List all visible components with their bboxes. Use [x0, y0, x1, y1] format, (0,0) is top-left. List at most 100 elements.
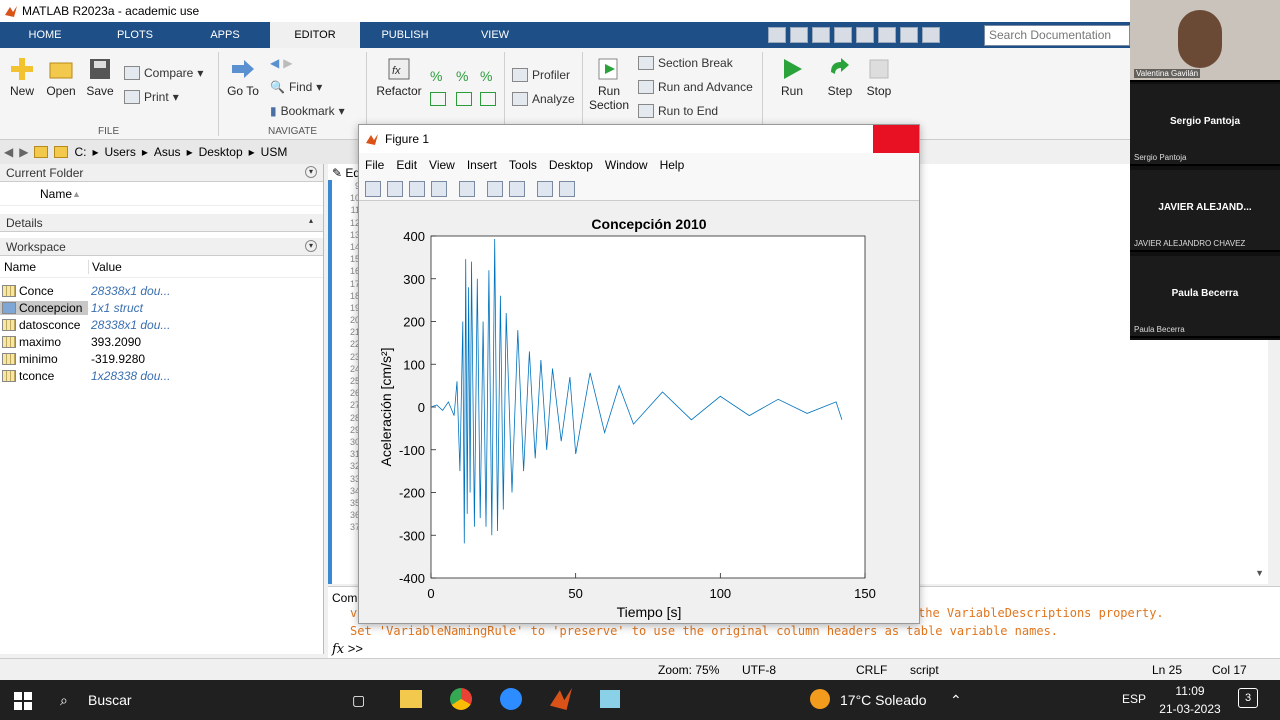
- matlab-taskbar-icon[interactable]: [550, 688, 572, 710]
- command-prompt[interactable]: fx >>: [332, 641, 363, 657]
- back-icon[interactable]: ◀: [4, 145, 13, 159]
- menu-help[interactable]: Help: [660, 158, 685, 172]
- print-button[interactable]: Print ▾: [124, 90, 179, 104]
- find-button[interactable]: 🔍 Find ▾: [270, 80, 322, 94]
- participant-tile[interactable]: JAVIER ALEJAND... JAVIER ALEJANDRO CHAVE…: [1130, 170, 1280, 252]
- scroll-down-icon[interactable]: ▼: [1255, 568, 1264, 578]
- menu-window[interactable]: Window: [605, 158, 648, 172]
- app-icon[interactable]: [600, 690, 620, 708]
- editor-tab[interactable]: ✎ Ed: [332, 166, 360, 180]
- file-explorer-icon[interactable]: [400, 690, 422, 708]
- path-segment[interactable]: C:: [74, 145, 86, 159]
- redo-icon[interactable]: [878, 27, 896, 43]
- input-language[interactable]: ESP: [1122, 692, 1146, 706]
- smart-indent-icon[interactable]: [430, 92, 446, 106]
- run-to-end-button[interactable]: Run to End: [638, 104, 718, 118]
- new-figure-icon[interactable]: [365, 180, 381, 197]
- pointer-icon[interactable]: [537, 180, 553, 197]
- workspace-row[interactable]: tconce 1x28338 dou...: [0, 367, 323, 384]
- participant-tile[interactable]: Paula Becerra Paula Becerra: [1130, 256, 1280, 338]
- menu-file[interactable]: File: [365, 158, 384, 172]
- copy-icon[interactable]: [812, 27, 830, 43]
- property-inspector-icon[interactable]: [559, 180, 575, 197]
- zoom-icon[interactable]: [500, 688, 522, 710]
- wrap-comment-icon[interactable]: %: [480, 68, 492, 84]
- participant-tile[interactable]: Valentina Gavilán: [1130, 0, 1280, 82]
- run-button[interactable]: Run: [774, 56, 810, 98]
- browse-folder-icon[interactable]: [54, 146, 69, 158]
- forward-icon[interactable]: ▶: [19, 145, 28, 159]
- compare-button[interactable]: Compare ▾: [124, 66, 203, 80]
- menu-edit[interactable]: Edit: [396, 158, 417, 172]
- analyze-button[interactable]: Analyze: [512, 92, 575, 106]
- run-section-button[interactable]: Run Section: [586, 56, 632, 112]
- print-icon[interactable]: [431, 180, 447, 197]
- forward-arrow-icon[interactable]: ▶: [283, 56, 292, 70]
- chevron-down-icon[interactable]: ▾: [305, 240, 317, 252]
- tab-publish[interactable]: PUBLISH: [360, 22, 450, 48]
- clock-date[interactable]: 21-03-2023: [1152, 702, 1228, 716]
- workspace-col-value[interactable]: Value: [88, 259, 122, 274]
- task-view-icon[interactable]: ▢: [352, 692, 365, 709]
- search-icon[interactable]: ⌕: [60, 692, 68, 709]
- path-segment[interactable]: Users: [105, 145, 136, 159]
- back-arrow-icon[interactable]: ◀: [270, 56, 279, 70]
- tab-apps[interactable]: APPS: [180, 22, 270, 48]
- workspace-row[interactable]: datosconce 28338x1 dou...: [0, 316, 323, 333]
- path-segment[interactable]: Asus: [154, 145, 181, 159]
- paste-icon[interactable]: [834, 27, 852, 43]
- back-forward-buttons[interactable]: ◀ ▶: [270, 56, 292, 70]
- weather-text[interactable]: 17°C Soleado: [840, 692, 927, 708]
- percent-icon[interactable]: %: [430, 68, 442, 84]
- stop-button[interactable]: Stop: [862, 56, 896, 98]
- section-break-button[interactable]: Section Break: [638, 56, 733, 70]
- chrome-icon[interactable]: [450, 688, 472, 710]
- open-button[interactable]: Open: [44, 56, 78, 98]
- link-plot-icon[interactable]: [459, 180, 475, 197]
- chevron-up-icon[interactable]: ⌃: [950, 692, 962, 709]
- menu-desktop[interactable]: Desktop: [549, 158, 593, 172]
- acceleration-chart[interactable]: Concepción 2010 0 50 100 150 400 300 200 100 0 -1…: [359, 201, 919, 623]
- path-segment[interactable]: USM: [261, 145, 288, 159]
- workspace-header[interactable]: Workspace ▾: [0, 238, 323, 256]
- run-and-advance-button[interactable]: Run and Advance: [638, 80, 753, 94]
- figure-titlebar[interactable]: Figure 1: [359, 125, 919, 153]
- current-folder-column-header[interactable]: Name ▲: [0, 182, 323, 206]
- path-segment[interactable]: Desktop: [199, 145, 243, 159]
- save-icon[interactable]: [768, 27, 786, 43]
- legend-icon[interactable]: [509, 180, 525, 197]
- bookmark-button[interactable]: ▮ Bookmark ▾: [270, 104, 345, 118]
- chevron-down-icon[interactable]: ▾: [305, 166, 317, 178]
- tab-home[interactable]: HOME: [0, 22, 90, 48]
- close-button[interactable]: [873, 125, 919, 153]
- unindent-icon[interactable]: [480, 92, 496, 106]
- indent-icon[interactable]: [456, 92, 472, 106]
- current-folder-header[interactable]: Current Folder ▾: [0, 164, 323, 182]
- workspace-row[interactable]: maximo 393.2090: [0, 333, 323, 350]
- notifications-icon[interactable]: 3: [1238, 688, 1258, 708]
- search-documentation-input[interactable]: Search Documentation: [984, 25, 1130, 46]
- comment-indent-tools[interactable]: % % %: [430, 68, 502, 108]
- tab-editor[interactable]: EDITOR: [270, 22, 360, 48]
- profiler-button[interactable]: Profiler: [512, 68, 570, 82]
- details-header[interactable]: Details ▴: [0, 214, 323, 232]
- workspace-row[interactable]: minimo -319.9280: [0, 350, 323, 367]
- menu-tools[interactable]: Tools: [509, 158, 537, 172]
- save-icon[interactable]: [409, 180, 425, 197]
- refactor-button[interactable]: fx Refactor: [372, 56, 426, 98]
- menu-view[interactable]: View: [429, 158, 455, 172]
- uncomment-icon[interactable]: %: [456, 68, 468, 84]
- figure-window[interactable]: Figure 1 File Edit View Insert Tools Des…: [358, 124, 920, 624]
- save-button[interactable]: Save: [84, 56, 116, 98]
- colorbar-icon[interactable]: [487, 180, 503, 197]
- new-button[interactable]: New: [6, 56, 38, 98]
- clock-time[interactable]: 11:09: [1160, 684, 1220, 698]
- workspace-row[interactable]: Conce 28338x1 dou...: [0, 282, 323, 299]
- tab-plots[interactable]: PLOTS: [90, 22, 180, 48]
- chevron-up-icon[interactable]: ▴: [305, 216, 317, 228]
- open-icon[interactable]: [387, 180, 403, 197]
- participant-tile[interactable]: Sergio Pantoja Sergio Pantoja: [1130, 84, 1280, 166]
- switch-windows-icon[interactable]: [900, 27, 918, 43]
- folder-up-icon[interactable]: [34, 146, 49, 158]
- workspace-row[interactable]: Concepcion 1x1 struct: [0, 299, 323, 316]
